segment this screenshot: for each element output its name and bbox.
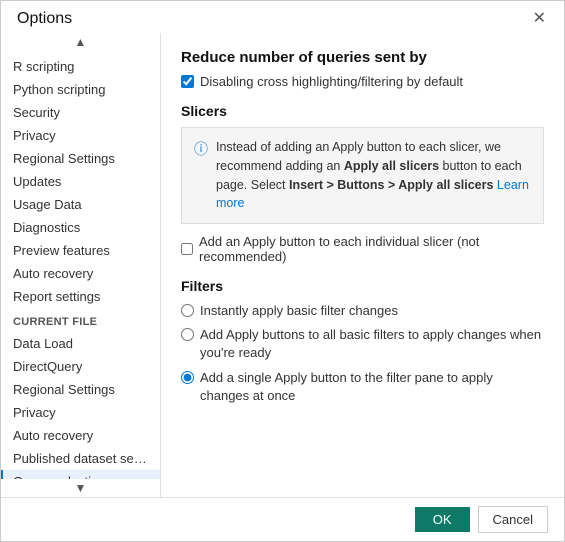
- current-file-header: CURRENT FILE: [1, 308, 160, 332]
- sidebar-item[interactable]: Usage Data: [1, 193, 160, 216]
- sidebar-item[interactable]: Diagnostics: [1, 216, 160, 239]
- filters-title: Filters: [181, 278, 544, 294]
- filter-radio-2[interactable]: [181, 371, 194, 384]
- filter-radio-1[interactable]: [181, 328, 194, 341]
- slicers-info-box: ⓘ Instead of adding an Apply button to e…: [181, 127, 544, 224]
- sidebar-item[interactable]: Regional Settings: [1, 147, 160, 170]
- filter-radio-row: Add Apply buttons to all basic filters t…: [181, 326, 544, 362]
- sidebar-item[interactable]: Security: [1, 101, 160, 124]
- filter-radio-label-0: Instantly apply basic filter changes: [200, 302, 398, 320]
- sidebar-scroll-down-button[interactable]: ▼: [1, 479, 160, 497]
- global-nav: R scriptingPython scriptingSecurityPriva…: [1, 55, 160, 308]
- sidebar-item[interactable]: Updates: [1, 170, 160, 193]
- sidebar-item[interactable]: R scripting: [1, 55, 160, 78]
- disable-cross-highlighting-label: Disabling cross highlighting/filtering b…: [200, 74, 463, 89]
- filter-radio-label-1: Add Apply buttons to all basic filters t…: [200, 326, 544, 362]
- sidebar-scroll-up-button[interactable]: ▲: [1, 33, 160, 51]
- sidebar-current-file-item[interactable]: Regional Settings: [1, 378, 160, 401]
- close-button[interactable]: ✕: [527, 9, 552, 29]
- ok-button[interactable]: OK: [415, 507, 470, 532]
- dialog-title: Options: [17, 10, 72, 28]
- sidebar-current-file-item[interactable]: Query reduction: [1, 470, 160, 479]
- sidebar-item[interactable]: Auto recovery: [1, 262, 160, 285]
- sidebar-item[interactable]: Python scripting: [1, 78, 160, 101]
- sidebar: ▲ R scriptingPython scriptingSecurityPri…: [1, 33, 161, 497]
- sidebar-current-file-item[interactable]: Published dataset set...: [1, 447, 160, 470]
- sidebar-item[interactable]: Report settings: [1, 285, 160, 308]
- main-content: Reduce number of queries sent by Disabli…: [161, 33, 564, 497]
- individual-slicer-label: Add an Apply button to each individual s…: [199, 234, 544, 264]
- filter-radio-0[interactable]: [181, 304, 194, 317]
- sidebar-item[interactable]: Preview features: [1, 239, 160, 262]
- sidebar-current-file-item[interactable]: DirectQuery: [1, 355, 160, 378]
- disable-cross-highlighting-checkbox[interactable]: [181, 75, 194, 88]
- individual-slicer-checkbox[interactable]: [181, 243, 193, 255]
- cancel-button[interactable]: Cancel: [478, 506, 548, 533]
- info-icon: ⓘ: [194, 139, 208, 159]
- filters-radio-group: Instantly apply basic filter changes Add …: [181, 302, 544, 405]
- filter-radio-row: Instantly apply basic filter changes: [181, 302, 544, 320]
- options-dialog: Options ✕ ▲ R scriptingPython scriptingS…: [0, 0, 565, 542]
- sidebar-item[interactable]: Privacy: [1, 124, 160, 147]
- slicers-info-text: Instead of adding an Apply button to eac…: [216, 138, 531, 213]
- dialog-titlebar: Options ✕: [1, 1, 564, 33]
- filter-radio-label-2: Add a single Apply button to the filter …: [200, 369, 544, 405]
- page-title: Reduce number of queries sent by: [181, 49, 544, 66]
- sidebar-current-file-item[interactable]: Privacy: [1, 401, 160, 424]
- sidebar-current-file-item[interactable]: Auto recovery: [1, 424, 160, 447]
- sidebar-scroll-area: R scriptingPython scriptingSecurityPriva…: [1, 51, 160, 479]
- dialog-body: ▲ R scriptingPython scriptingSecurityPri…: [1, 33, 564, 497]
- dialog-footer: OK Cancel: [1, 497, 564, 541]
- slicers-title: Slicers: [181, 103, 544, 119]
- filter-radio-row: Add a single Apply button to the filter …: [181, 369, 544, 405]
- sidebar-current-file-item[interactable]: Data Load: [1, 332, 160, 355]
- disable-cross-highlighting-row: Disabling cross highlighting/filtering b…: [181, 74, 544, 89]
- individual-slicer-row: Add an Apply button to each individual s…: [181, 234, 544, 264]
- current-file-nav: Data LoadDirectQueryRegional SettingsPri…: [1, 332, 160, 479]
